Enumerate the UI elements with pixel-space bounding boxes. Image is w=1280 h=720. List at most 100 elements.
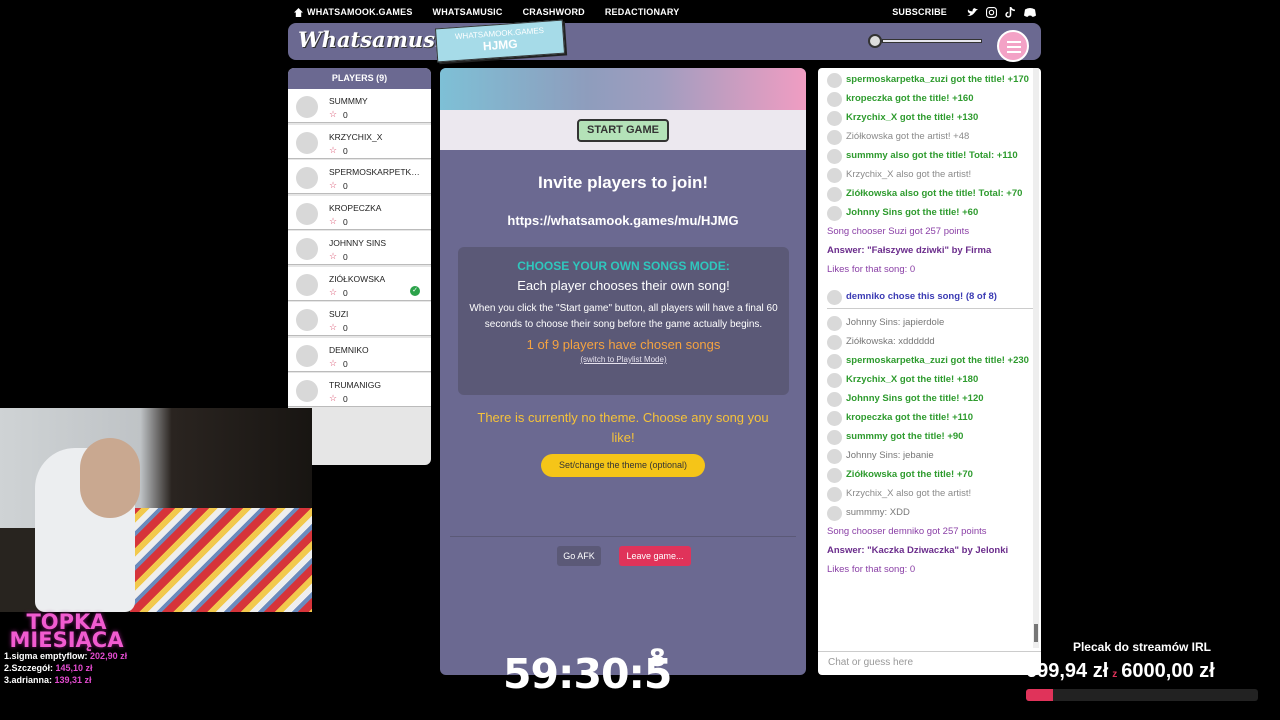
webcam-blanket [130, 508, 312, 612]
star-icon[interactable]: ☆ [329, 109, 337, 120]
avatar [296, 344, 318, 367]
timer-rolling-digit: 8 [649, 644, 666, 672]
donation-progress-fill [1026, 689, 1054, 701]
chat-message: Krzychix_X also got the artist! [827, 165, 1033, 184]
subscribe-link[interactable]: SUBSCRIBE [892, 7, 947, 17]
chat-message: summmy: XDD [827, 503, 1033, 522]
player-score: 0 [343, 216, 348, 227]
start-game-button[interactable]: START GAME [577, 119, 669, 142]
mode-description: When you click the "Start game" button, … [469, 303, 778, 330]
chat-message: demniko chose this song! (8 of 8) [827, 287, 1033, 309]
avatar [296, 202, 318, 225]
chat-input[interactable]: Chat or guess here [818, 651, 1041, 675]
start-bar: START GAME [440, 110, 806, 150]
chat-message: Ziółkowska also got the title! Total: +7… [827, 184, 1033, 203]
chat-scrollbar[interactable] [1033, 68, 1039, 648]
players-panel: PLAYERS (9) SUMMMY ☆ 0 KRZYCHIX_X ☆ 0 SPERMOSK… [288, 68, 431, 465]
chat-message: Likes for that song: 0 [827, 264, 916, 275]
donation-separator: z [1112, 669, 1118, 680]
avatar [296, 96, 318, 118]
player-name: SPERMOSKARPETKA_ZUZI [329, 167, 424, 177]
top-donors-title: TOPKA MIESIĄCA [9, 610, 124, 652]
star-icon[interactable]: ☆ [329, 322, 337, 333]
chat-message: kropeczka got the title! +160 [827, 89, 1033, 108]
chat-message: spermoskarpetka_zuzi got the title! +230 [827, 351, 1033, 370]
star-icon[interactable]: ☆ [329, 145, 337, 156]
volume-track[interactable] [882, 39, 982, 43]
invite-url[interactable]: https://whatsamook.games/mu/HJMG [440, 213, 806, 228]
donor-amount: 139,31 zł [54, 675, 92, 685]
avatar [296, 167, 318, 189]
theme-text: There is currently no theme. Choose any … [477, 410, 769, 445]
discord-icon[interactable] [1024, 7, 1036, 18]
avatar [296, 380, 318, 402]
top-donor-row: 3.adrianna: 139,31 zł [4, 675, 144, 685]
donation-title: Plecak do streamów IRL [1072, 640, 1212, 654]
switch-playlist-mode-link[interactable]: (switch to Playlist Mode) [458, 355, 789, 364]
player-row: SPERMOSKARPETKA_ZUZI ☆ 0 [288, 160, 431, 194]
menu-button[interactable] [997, 30, 1029, 62]
nav-link-whatsamusic[interactable]: WHATSAMUSIC [433, 7, 503, 17]
whatsamusic-logo[interactable]: Whatsamusic [298, 27, 456, 52]
star-icon[interactable]: ☆ [329, 393, 337, 404]
hamburger-icon-line [1007, 51, 1021, 53]
check-icon: ✓ [410, 285, 420, 296]
donation-progress-bar [1026, 689, 1258, 701]
player-score: 0 [343, 394, 348, 404]
webcam-streamer [80, 438, 140, 518]
mode-subtitle: Each player chooses their own song! [517, 278, 730, 293]
home-link[interactable]: WHATSAMOOK.GAMES [294, 7, 413, 17]
chat-message: Johnny Sins got the title! +120 [827, 389, 1033, 408]
star-icon[interactable]: ☆ [329, 216, 337, 227]
player-score: 0 [343, 358, 348, 369]
mode-box: CHOOSE YOUR OWN SONGS MODE: Each player … [458, 247, 789, 395]
players-title: PLAYERS (9) [288, 68, 431, 89]
player-score: 0 [343, 110, 348, 120]
top-donor-row: 2.Szczegół: 145,10 zł [4, 663, 144, 673]
go-afk-button[interactable]: Go AFK [557, 546, 601, 566]
player-row: SUZI ☆ 0 [288, 302, 431, 336]
avatar [296, 238, 318, 260]
chat-message: Johnny Sins: jebanie [827, 446, 1033, 465]
donor-amount: 145,10 zł [55, 663, 93, 673]
screen: WHATSAMOOK.GAMES WHATSAMUSIC CRASHWORD R… [0, 0, 1280, 720]
invite-heading: Invite players to join! [537, 173, 709, 192]
player-row: JOHNNY SINS ☆ 0 [288, 231, 431, 265]
chat-message: Song chooser demniko got 257 points [827, 526, 987, 537]
donor-name: 2.Szczegół: [4, 663, 54, 673]
top-donors: TOPKA MIESIĄCA 1.sigma emptyflow: 202,90… [4, 610, 144, 686]
chat-message: Answer: "Kaczka Dziwaczka" by Jelonki [827, 545, 1009, 556]
player-name: JOHNNY SINS [329, 238, 386, 248]
donor-amount: 202,90 zł [90, 651, 128, 661]
chat-message: Ziółkowska got the title! +70 [827, 465, 1033, 484]
nav-link-crashword[interactable]: CRASHWORD [523, 7, 585, 17]
home-link-label: WHATSAMOOK.GAMES [307, 7, 413, 17]
player-score: 0 [343, 181, 348, 191]
stream-timer: 59:30:5 8 [503, 644, 672, 698]
chat-message: Ziółkowska: xdddddd [827, 332, 1033, 351]
star-icon[interactable]: ☆ [329, 180, 337, 191]
star-icon[interactable]: ☆ [329, 287, 337, 298]
twitter-icon[interactable] [967, 7, 978, 18]
player-row: KRZYCHIX_X ☆ 0 [288, 124, 431, 159]
player-row: SUMMMY ☆ 0 [288, 89, 431, 123]
header-bar: Whatsamusic WHATSAMOOK.GAMES HJMG [288, 19, 1041, 63]
donation-current: 699,94 zł [1026, 660, 1109, 682]
instagram-icon[interactable] [986, 6, 997, 18]
top-nav: WHATSAMOOK.GAMES WHATSAMUSIC CRASHWORD R… [288, 0, 1040, 24]
volume-slider[interactable] [868, 34, 982, 48]
star-icon[interactable]: ☆ [329, 251, 337, 262]
star-icon[interactable]: ☆ [329, 358, 337, 369]
tiktok-icon[interactable] [1005, 6, 1016, 18]
chat-log[interactable]: spermoskarpetka_zuzi got the title! +170… [818, 68, 1033, 648]
donor-name: 3.adrianna: [4, 675, 53, 685]
home-icon [294, 7, 303, 17]
nav-link-redactionary[interactable]: REDACTIONARY [605, 7, 680, 17]
chat-message: Song chooser Suzi got 257 points [827, 226, 970, 237]
top-donor-row: 1.sigma emptyflow: 202,90 zł [4, 651, 144, 661]
set-theme-button[interactable]: Set/change the theme (optional) [541, 454, 705, 477]
volume-knob[interactable] [868, 34, 882, 48]
player-list: SUMMMY☆0KRZYCHIX_X☆0SPERMOSKARPETKA_ZUZI… [288, 89, 431, 407]
leave-game-button[interactable]: Leave game... [619, 546, 691, 566]
hamburger-icon [1007, 41, 1021, 43]
